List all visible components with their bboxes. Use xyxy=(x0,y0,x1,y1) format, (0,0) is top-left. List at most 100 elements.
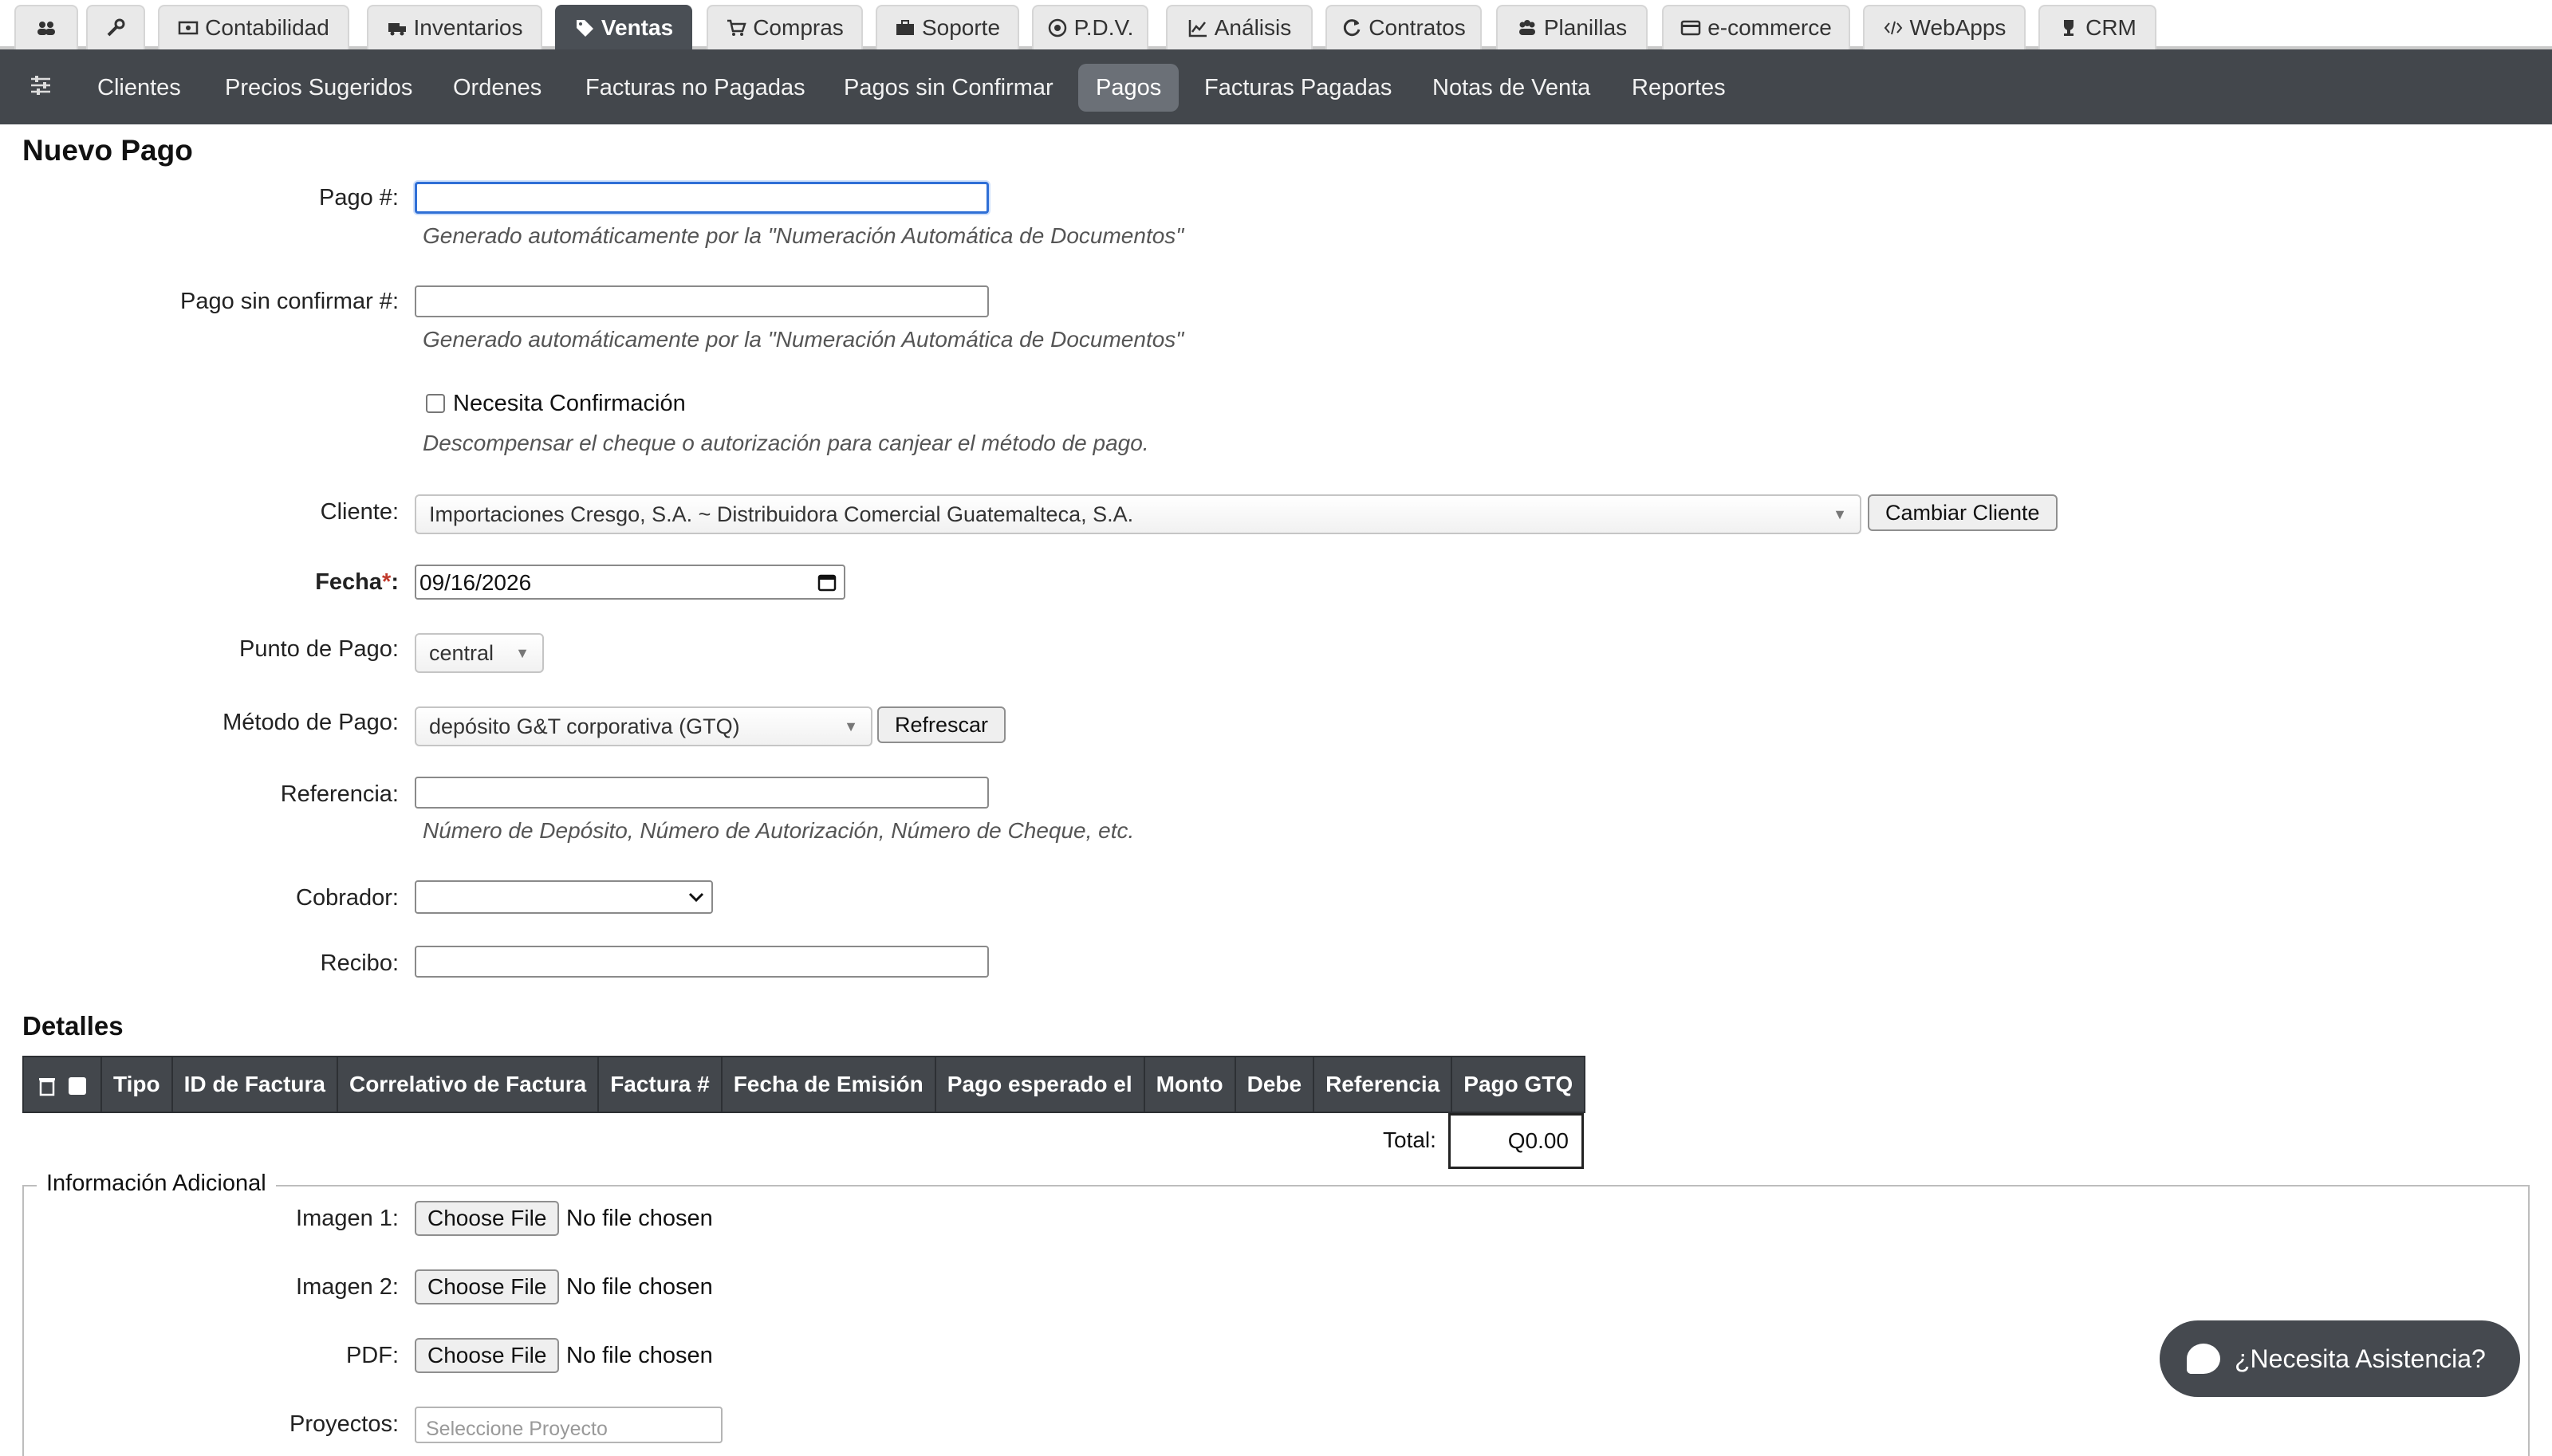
necesita-confirmacion-hint: Descompensar el cheque o autorización pa… xyxy=(423,431,1149,455)
punto-pago-value: central xyxy=(429,640,494,665)
col-factura-num[interactable]: Factura # xyxy=(597,1056,723,1113)
assistance-button[interactable]: ¿Necesita Asistencia? xyxy=(2160,1320,2520,1397)
subnav-pagos[interactable]: Pagos xyxy=(1078,64,1180,112)
tab-label: Contratos xyxy=(1369,15,1466,40)
group-icon xyxy=(1518,20,1535,35)
col-fecha-emision[interactable]: Fecha de Emisión xyxy=(720,1056,936,1113)
metodo-pago-value: depósito G&T corporativa (GTQ) xyxy=(429,714,740,738)
chevron-down-icon: ▼ xyxy=(515,645,530,661)
tab-label: Soporte xyxy=(921,15,1001,40)
subnav-notas-de-venta[interactable]: Notas de Venta xyxy=(1415,64,1608,112)
tab-label: Compras xyxy=(753,15,844,40)
subnav-precios-sugeridos[interactable]: Precios Sugeridos xyxy=(207,64,430,112)
chevron-down-icon: ▼ xyxy=(1833,506,1847,522)
referencia-input[interactable] xyxy=(415,777,989,809)
subnav-reportes[interactable]: Reportes xyxy=(1614,64,1743,112)
metodo-pago-select[interactable]: depósito G&T corporativa (GTQ) ▼ xyxy=(415,706,872,746)
cambiar-cliente-button[interactable]: Cambiar Cliente xyxy=(1868,494,2058,531)
sliders-icon[interactable] xyxy=(29,73,53,97)
col-tipo[interactable]: Tipo xyxy=(100,1056,173,1113)
briefcase-icon xyxy=(896,20,914,35)
col-debe[interactable]: Debe xyxy=(1234,1056,1315,1113)
pdf-choose-file-button[interactable]: Choose File xyxy=(415,1338,560,1373)
tab-planillas[interactable]: Planillas xyxy=(1496,5,1648,49)
col-correlativo[interactable]: Correlativo de Factura xyxy=(336,1056,600,1113)
recibo-input[interactable] xyxy=(415,946,989,978)
cliente-value: Importaciones Cresgo, S.A. ~ Distribuido… xyxy=(429,502,1134,526)
chat-bubble-icon xyxy=(2187,1344,2220,1374)
tab-label: Análisis xyxy=(1214,15,1292,40)
col-monto[interactable]: Monto xyxy=(1143,1056,1236,1113)
tab-label: Inventarios xyxy=(413,15,523,40)
cart-icon xyxy=(727,19,746,36)
pdf-label: PDF: xyxy=(345,1343,399,1368)
refrescar-button[interactable]: Refrescar xyxy=(877,706,1006,743)
tab-contabilidad[interactable]: Contabilidad xyxy=(158,5,349,49)
tab-crm[interactable]: CRM xyxy=(2038,5,2156,49)
refresh-icon xyxy=(1344,19,1361,37)
cliente-label: Cliente: xyxy=(320,499,399,525)
trophy-icon xyxy=(2064,20,2074,36)
proyectos-label: Proyectos: xyxy=(289,1411,399,1437)
imagen2-choose-file-button[interactable]: Choose File xyxy=(415,1269,560,1304)
fecha-value: 09/16/2026 xyxy=(419,570,532,595)
punto-pago-select[interactable]: central ▼ xyxy=(415,633,544,673)
pago-number-input[interactable] xyxy=(415,182,989,214)
referencia-hint: Número de Depósito, Número de Autorizaci… xyxy=(423,818,1135,843)
total-value: Q0.00 xyxy=(1448,1113,1584,1169)
chevron-down-icon xyxy=(688,892,704,903)
select-all-checkbox[interactable] xyxy=(68,1076,86,1095)
tab-inventarios[interactable]: Inventarios xyxy=(367,5,542,49)
tab-webapps[interactable]: WebApps xyxy=(1863,5,2026,49)
calendar-icon[interactable] xyxy=(817,572,837,592)
col-referencia[interactable]: Referencia xyxy=(1313,1056,1453,1113)
tab-soporte[interactable]: Soporte xyxy=(876,5,1019,49)
chevron-down-icon: ▼ xyxy=(844,718,858,734)
detalles-title: Detalles xyxy=(22,1011,124,1041)
subnav-clientes[interactable]: Clientes xyxy=(80,64,199,112)
tags-icon xyxy=(576,20,593,37)
imagen2-file-status: No file chosen xyxy=(566,1274,713,1300)
fecha-label-text: Fecha xyxy=(315,569,383,595)
tab-compras[interactable]: Compras xyxy=(707,5,863,49)
subnav-ordenes[interactable]: Ordenes xyxy=(435,64,559,112)
fecha-date-input[interactable]: 09/16/2026 xyxy=(415,565,845,600)
tab-pdv[interactable]: P.D.V. xyxy=(1032,5,1148,49)
cobrador-label: Cobrador: xyxy=(296,885,399,911)
tab-ecommerce[interactable]: e-commerce xyxy=(1662,5,1850,49)
col-pago-esperado[interactable]: Pago esperado el xyxy=(934,1056,1145,1113)
pago-sin-confirmar-label: Pago sin confirmar #: xyxy=(179,289,399,314)
truck-icon xyxy=(388,23,406,36)
fecha-label: Fecha*: xyxy=(315,569,399,596)
select-all-header xyxy=(22,1056,102,1113)
cliente-select[interactable]: Importaciones Cresgo, S.A. ~ Distribuido… xyxy=(415,494,1861,534)
info-adicional-legend: Información Adicional xyxy=(37,1171,276,1197)
necesita-confirmacion-checkbox[interactable] xyxy=(426,394,445,413)
pago-label: Pago #: xyxy=(319,185,399,211)
tab-ventas[interactable]: Ventas xyxy=(555,5,692,49)
page-title: Nuevo Pago xyxy=(22,134,193,167)
tab-contratos[interactable]: Contratos xyxy=(1325,5,1482,49)
table-header-row: Tipo ID de Factura Correlativo de Factur… xyxy=(22,1056,1586,1113)
col-pago-gtq[interactable]: Pago GTQ xyxy=(1451,1056,1586,1113)
required-mark: * xyxy=(382,569,392,595)
proyectos-select[interactable]: Seleccione Proyecto xyxy=(415,1407,723,1443)
trash-icon[interactable] xyxy=(38,1076,56,1096)
tab-users[interactable] xyxy=(14,5,78,49)
subnav-pagos-sin-confirmar[interactable]: Pagos sin Confirmar xyxy=(826,64,1071,112)
subnav-facturas-no-pagadas[interactable]: Facturas no Pagadas xyxy=(568,64,823,112)
tab-analisis[interactable]: Análisis xyxy=(1166,5,1313,49)
pago-sin-confirmar-hint: Generado automáticamente por la "Numerac… xyxy=(423,327,1184,352)
money-icon xyxy=(178,21,199,35)
module-tab-bar: Contabilidad Inventarios Ventas Compras … xyxy=(0,0,2552,49)
imagen2-label: Imagen 2: xyxy=(296,1274,399,1300)
subnav-facturas-pagadas[interactable]: Facturas Pagadas xyxy=(1187,64,1409,112)
pago-sin-confirmar-input[interactable] xyxy=(415,285,989,317)
tab-tools[interactable] xyxy=(86,5,145,49)
col-id-factura[interactable]: ID de Factura xyxy=(171,1056,338,1113)
wrench-icon xyxy=(107,18,125,37)
punto-pago-label: Punto de Pago: xyxy=(239,636,399,662)
imagen1-choose-file-button[interactable]: Choose File xyxy=(415,1201,560,1236)
credit-card-icon xyxy=(1680,20,1701,36)
cobrador-select[interactable] xyxy=(415,880,713,914)
